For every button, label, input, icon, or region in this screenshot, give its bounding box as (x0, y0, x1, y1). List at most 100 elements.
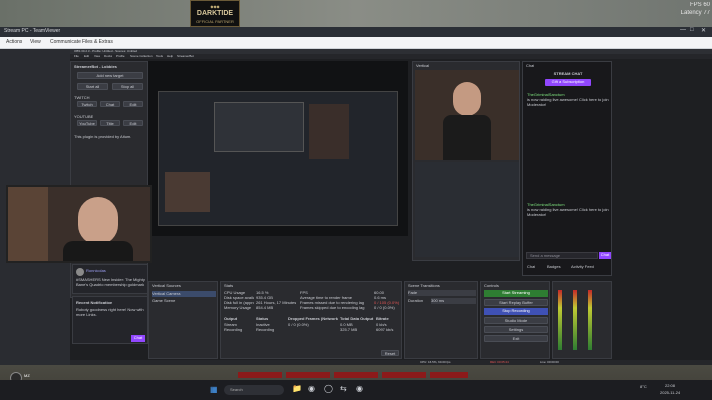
windows-start-icon[interactable]: ▦ (210, 385, 218, 394)
exit-button[interactable]: Exit (484, 335, 548, 342)
chat-msg1-text: is now raiding live awesome! Click here … (527, 97, 609, 107)
recent-notification-panel: Recent Notification Roboty goodness righ… (72, 296, 148, 344)
status-rec: REC 00:05:24 (490, 360, 509, 364)
stop-all-button[interactable]: Stop all (112, 83, 143, 90)
obs-app-icon[interactable]: ◯ (324, 384, 333, 393)
latency-readout: Latency 77 (680, 10, 710, 16)
vertical-title: Vertical (416, 63, 430, 68)
gift-sub-button[interactable]: Gift a Subscription (545, 79, 591, 86)
studio-mode-button[interactable]: Studio Mode (484, 317, 548, 324)
streamer-face (453, 82, 481, 116)
recent-notification-title: Recent Notification (76, 300, 113, 305)
obs-menu-docks[interactable]: Docks (104, 54, 112, 58)
chat-tab-badges[interactable]: Badges (547, 264, 561, 269)
duration-input[interactable]: 300 ms (431, 298, 476, 304)
hud-bar-5 (430, 372, 468, 378)
obs-menu-file[interactable]: File (74, 54, 79, 58)
twitch-row-item-1[interactable]: Twitch (77, 101, 97, 107)
obs-menu-streamerbot[interactable]: StreamerBot (177, 54, 194, 58)
start-all-button[interactable]: Start all (77, 83, 108, 90)
youtube-row-item-3[interactable]: Edit (123, 120, 143, 126)
taskbar-date[interactable]: 2025-11-24 (660, 390, 680, 395)
out-header-bitrate: Bitrate (376, 316, 389, 321)
close-icon[interactable]: ✕ (701, 27, 706, 34)
hud-bar-4 (382, 372, 426, 378)
obs-menu-view[interactable]: View (94, 54, 100, 58)
recent-notification-text: Roboty goodness right here! Now with mor… (76, 307, 144, 317)
taskbar-search[interactable]: Search (224, 385, 284, 395)
source-item-2[interactable]: Game Scene (152, 298, 216, 304)
nested-vertical (309, 104, 349, 159)
browser-icon[interactable]: ◉ (308, 384, 315, 393)
stat-value-skipped: 0 / 0 (0.0%) (374, 305, 395, 310)
taskbar-temp: 8°C (640, 384, 647, 389)
youtube-row-item-1[interactable]: YouTube (77, 120, 97, 126)
stats-title: Stats (224, 283, 234, 288)
stats-reset-button[interactable]: Reset (381, 350, 399, 356)
vertical-cam-preview (415, 70, 519, 160)
webcam-shelf (8, 187, 48, 261)
out-rec-total: 325.7 MB (340, 327, 358, 332)
controls-dock: Controls Start Streaming Start Replay Bu… (480, 281, 550, 359)
webcam-face (78, 197, 118, 245)
teamviewer-icon[interactable]: ⇆ (340, 384, 347, 393)
taskbar: ▦ Search 📁 ◉ ◯ ⇆ ◉ 8°C 22:08 2025-11-24 (0, 380, 712, 400)
chat-tab-chat[interactable]: Chat (527, 264, 535, 269)
menu-view[interactable]: View (30, 39, 41, 45)
replay-buffer-button[interactable]: Start Replay Buffer (484, 299, 548, 306)
taskbar-time[interactable]: 22:08 (665, 383, 675, 388)
add-target-button[interactable]: Add new target (77, 72, 143, 79)
cam-notification-text: #SMASHERS New Insider: The Mighty Bane's… (76, 277, 145, 287)
out-stream-dropped: 0 / 0 (0.0%) (288, 322, 309, 327)
sources-dock: Vertical Sources Vertical Camera Game Sc… (148, 281, 218, 359)
stats-dock: Stats CPU Usage 16.5 % FPS 60.00 Disk sp… (220, 281, 402, 359)
obs-menu-edit[interactable]: Edit (84, 54, 89, 58)
obs-menu-profile[interactable]: Profile (116, 54, 125, 58)
minimize-icon[interactable]: — (680, 27, 686, 33)
chat-input[interactable]: Send a message (526, 252, 598, 259)
cam-notification-user: Ronnicolas (86, 268, 106, 273)
stop-recording-button[interactable]: Stop Recording (484, 308, 548, 315)
nested-camera (165, 172, 210, 212)
vertical-dock: Vertical (412, 61, 520, 261)
transition-select[interactable]: Fade (408, 290, 476, 296)
transitions-dock: Scene Transitions Fade Duration 300 ms (404, 281, 478, 359)
game-top-strip (0, 0, 712, 27)
source-item-1[interactable]: Vertical Camera (152, 291, 216, 297)
obs-menu-scene-collection[interactable]: Scene Collection (130, 54, 153, 58)
controls-title: Controls (484, 283, 499, 288)
maximize-icon[interactable]: □ (690, 27, 694, 33)
youtube-row-item-2[interactable]: Title (100, 120, 120, 126)
duration-label: Duration (408, 298, 424, 303)
stat-value-memory: 854.4 MB (256, 305, 274, 310)
file-explorer-icon[interactable]: 📁 (292, 384, 302, 393)
menu-actions[interactable]: Actions (6, 39, 22, 45)
taskbar-search-label: Search (230, 387, 243, 392)
menu-communicate[interactable]: Communicate (50, 39, 81, 45)
stat-label-skipped: Frames skipped due to encoding lag (300, 305, 365, 310)
webcam-body (63, 241, 133, 261)
status-cpu: CPU: 16.5%, 60.00 fps (420, 360, 451, 364)
chat-dock-title: Chat (526, 63, 535, 68)
start-streaming-button[interactable]: Start Streaming (484, 290, 548, 297)
discord-icon[interactable]: ◉ (356, 384, 363, 393)
notification-chat-button[interactable]: Chat (131, 335, 145, 342)
streamerbot-title: StreamerBot - Lobbies (74, 64, 117, 69)
chat-dock: Chat STREAM CHAT Gift a Subscription The… (522, 61, 612, 276)
status-live: Live: 00:00:00 (540, 360, 559, 364)
obs-menu-tools[interactable]: Tools (156, 54, 163, 58)
twitch-row-item-3[interactable]: Edit (123, 101, 143, 107)
sources-title: Vertical Sources (152, 283, 181, 288)
obs-window: OBS 30.2.3 - Profile: Untitled - Scenes:… (70, 49, 712, 365)
chat-send-button[interactable]: Chat (599, 252, 611, 259)
viewer-menu-bar: Actions View Communicate Files & Extras (0, 37, 712, 49)
mixer-meter-1 (558, 290, 562, 350)
twitch-row-item-2[interactable]: Chat (100, 101, 120, 107)
out-rec-name: Recording (224, 327, 243, 332)
avatar (76, 268, 84, 276)
obs-menu-help[interactable]: Help (167, 54, 173, 58)
chat-tab-activity[interactable]: Activity Feed (571, 264, 594, 269)
out-rec-status: Recording (256, 327, 275, 332)
menu-files-extras[interactable]: Files & Extras (82, 39, 113, 45)
settings-button[interactable]: Settings (484, 326, 548, 333)
